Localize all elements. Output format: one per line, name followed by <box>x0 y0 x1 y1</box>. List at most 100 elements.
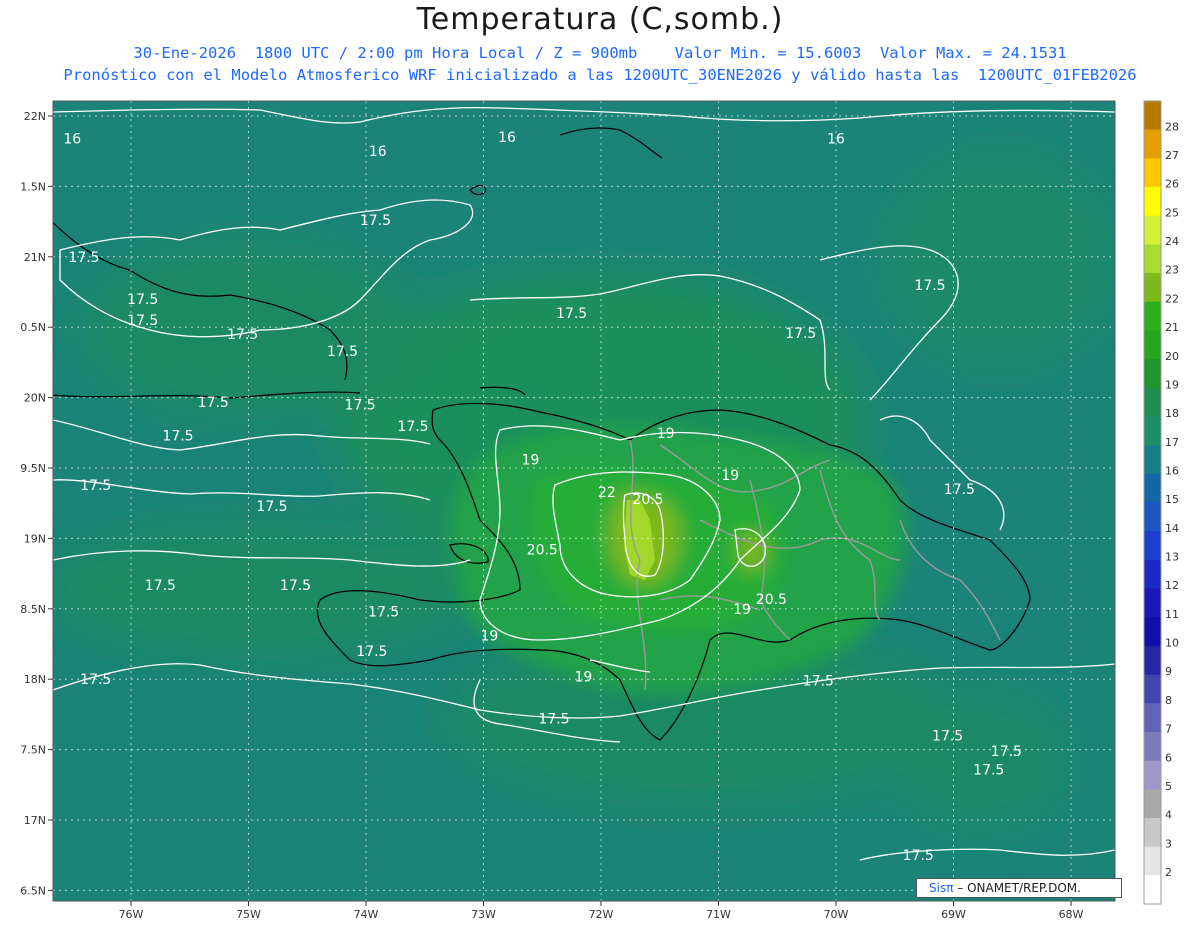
lat-tick-label: 1.5N <box>20 180 46 193</box>
contour-label: 19 <box>480 629 498 645</box>
colorbar-label: 25 <box>1165 206 1179 219</box>
lon-tick-label: 72W <box>589 908 614 921</box>
colorbar-swatch <box>1144 301 1161 331</box>
lat-tick-label: 6.5N <box>20 884 46 897</box>
contour-label: 17.5 <box>803 674 834 690</box>
credit-text: – ONAMET/REP.DOM. <box>953 881 1081 895</box>
contour-label: 16 <box>369 144 387 160</box>
colorbar-label: 26 <box>1165 178 1179 191</box>
lon-tick-label: 76W <box>119 908 144 921</box>
colorbar-label: 15 <box>1165 493 1179 506</box>
colorbar-label: 17 <box>1165 436 1179 449</box>
temperature-map: 16 16 16 16 17.5 17.5 17.5 17.5 17.5 17.5 17.5 17.5… <box>20 100 1179 921</box>
contour-label: 17.5 <box>327 344 358 360</box>
contour-label: 17.5 <box>932 729 963 745</box>
colorbar-swatch <box>1144 875 1161 905</box>
lat-tick-label: 7.5N <box>20 744 46 757</box>
lat-tick-label: 21N <box>24 251 46 264</box>
colorbar-label: 19 <box>1165 378 1179 391</box>
colorbar-label: 3 <box>1165 837 1172 850</box>
contour-label: 22 <box>598 485 616 501</box>
contour-label: 17.5 <box>280 578 311 594</box>
contour-label: 17.5 <box>903 848 934 864</box>
colorbar-label: 5 <box>1165 780 1172 793</box>
colorbar-swatch <box>1144 416 1161 446</box>
contour-label: 17.5 <box>68 250 99 266</box>
contour-label: 16 <box>498 130 516 146</box>
lat-tick-label: 18N <box>24 673 46 686</box>
colorbar-label: 6 <box>1165 751 1172 764</box>
colorbar-label: 11 <box>1165 608 1179 621</box>
contour-label: 17.5 <box>145 578 176 594</box>
colorbar-label: 2 <box>1165 866 1172 879</box>
lon-tick-label: 70W <box>824 908 849 921</box>
contour-label: 17.5 <box>914 278 945 294</box>
lat-tick-label: 8.5N <box>20 603 46 616</box>
contour-label: 17.5 <box>198 395 229 411</box>
colorbar-swatch <box>1144 129 1161 159</box>
lat-tick-label: 22N <box>24 110 46 123</box>
contour-label: 16 <box>827 132 845 148</box>
contour-label: 19 <box>522 453 540 469</box>
contour-label: 20.5 <box>527 543 558 559</box>
latitude-axis: 22N 1.5N 21N 0.5N 20N 9.5N 19N 8.5N 18N 7.5N 17N 6.… <box>20 110 53 897</box>
colorbar-swatch <box>1144 731 1161 762</box>
colorbar-swatch <box>1144 789 1161 819</box>
lon-tick-label: 73W <box>471 908 496 921</box>
colorbar-label: 27 <box>1165 149 1179 162</box>
colorbar-swatch <box>1144 645 1161 676</box>
colorbar-label: 18 <box>1165 407 1179 420</box>
contour-label: 17.5 <box>80 478 111 494</box>
contour-label: 17.5 <box>227 327 258 343</box>
contour-label: 20.5 <box>632 492 663 508</box>
lat-tick-label: 9.5N <box>20 462 46 475</box>
colorbar-swatch <box>1144 846 1161 876</box>
contour-label: 17.5 <box>360 213 391 229</box>
lon-tick-label: 71W <box>706 908 731 921</box>
colorbar-label: 24 <box>1165 235 1179 248</box>
colorbar-swatch <box>1144 588 1161 618</box>
colorbar-swatch <box>1144 359 1161 389</box>
lat-tick-label: 20N <box>24 392 46 405</box>
colorbar-label: 9 <box>1165 665 1172 678</box>
colorbar-label: 14 <box>1165 522 1179 535</box>
contour-label: 17.5 <box>127 292 158 308</box>
contour-label: 19 <box>733 602 751 618</box>
colorbar-swatch <box>1144 559 1161 590</box>
colorbar-swatch <box>1144 617 1161 647</box>
colorbar-swatch <box>1144 387 1161 417</box>
contour-label: 17.5 <box>345 398 376 414</box>
contour-label: 19 <box>657 426 675 442</box>
colorbar-label: 8 <box>1165 694 1172 707</box>
credit-box: Sisπ – ONAMET/REP.DOM. <box>916 878 1122 898</box>
colorbar-swatch <box>1144 502 1161 532</box>
colorbar-label: 23 <box>1165 264 1179 277</box>
lon-tick-label: 69W <box>941 908 966 921</box>
contour-label: 17.5 <box>944 482 975 498</box>
colorbar-swatch <box>1144 760 1161 790</box>
sispi-logo-text: Sisπ <box>929 881 954 895</box>
colorbar-swatch <box>1144 187 1161 217</box>
colorbar-swatch <box>1144 101 1161 131</box>
colorbar-label: 12 <box>1165 579 1179 592</box>
contour-label: 17.5 <box>368 605 399 621</box>
colorbar-label: 21 <box>1165 321 1179 334</box>
contour-label: 16 <box>63 132 81 148</box>
colorbar-swatch <box>1144 273 1161 303</box>
lat-tick-label: 19N <box>24 532 46 545</box>
colorbar-swatch <box>1144 473 1161 503</box>
colorbar-swatch <box>1144 244 1161 274</box>
contour-label: 17.5 <box>556 306 587 322</box>
lon-tick-label: 68W <box>1059 908 1084 921</box>
colorbar-swatch <box>1144 445 1161 475</box>
longitude-axis: 76W 75W 74W 73W 72W 71W 70W 69W 68W <box>119 901 1084 921</box>
lat-tick-label: 0.5N <box>20 321 46 334</box>
colorbar-swatch <box>1144 817 1161 848</box>
colorbar-label: 20 <box>1165 350 1179 363</box>
colorbar-label: 10 <box>1165 637 1179 650</box>
contour-label: 17.5 <box>991 744 1022 760</box>
colorbar-label: 13 <box>1165 551 1179 564</box>
temperature-field <box>53 101 1115 901</box>
colorbar-label: 4 <box>1165 809 1172 822</box>
contour-label: 19 <box>721 468 739 484</box>
